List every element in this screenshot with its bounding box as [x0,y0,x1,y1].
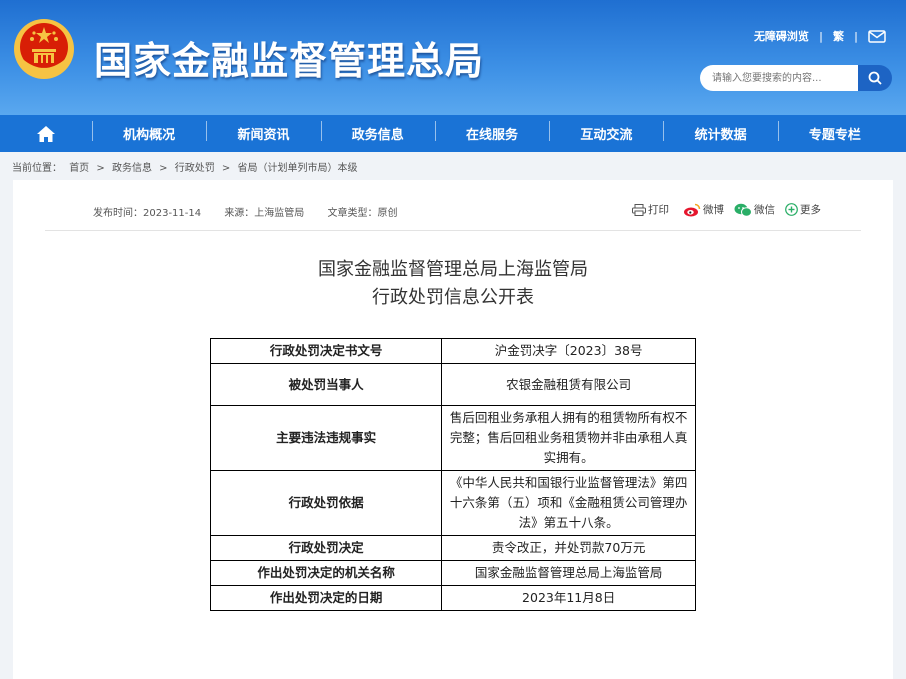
site-header: 国家金融监督管理总局 无障碍浏览 | 繁 | [0,0,906,115]
more-share-button[interactable]: 更多 [785,202,821,217]
table-value-cell: 国家金融监督管理总局上海监管局 [441,560,696,586]
nav-item-interaction[interactable]: 互动交流 [549,121,663,143]
weibo-share-button[interactable]: 微博 [683,202,724,217]
nav-item-online-service[interactable]: 在线服务 [434,121,549,143]
wechat-icon [734,203,752,217]
table-row: 被处罚当事人 农银金融租赁有限公司 [209,363,696,406]
wechat-label: 微信 [754,204,775,216]
national-emblem-icon [14,19,74,79]
document-title-line2: 行政处罚信息公开表 [372,287,534,308]
table-value-cell: 《中华人民共和国银行业监督管理法》第四十六条第（五）项和《金融租赁公司管理办法》… [441,470,696,536]
article-content: 发布时间：2023-11-14 来源：上海监管局 文章类型：原创 打印 微博 微… [13,180,893,679]
breadcrumb-separator: > [159,163,168,174]
article-source: 来源：上海监管局 [224,208,305,219]
plus-circle-icon [785,203,798,216]
weibo-icon [684,203,701,216]
table-value-cell: 农银金融租赁有限公司 [441,363,696,406]
accessibility-link[interactable]: 无障碍浏览 [754,28,809,44]
table-value-cell: 责令改正，并处罚款70万元 [441,535,696,561]
table-row: 作出处罚决定的日期 2023年11月8日 [209,585,696,611]
table-key-cell: 行政处罚决定书文号 [209,338,443,364]
search-button[interactable] [858,65,892,91]
printer-icon [632,203,646,216]
table-value-cell: 售后回租业务承租人拥有的租赁物所有权不完整；售后回租业务租赁物并非由承租人真实拥… [441,405,696,471]
table-key-cell: 被处罚当事人 [209,363,443,406]
table-key-cell: 行政处罚决定 [209,535,443,561]
table-key-cell: 作出处罚决定的日期 [209,585,443,611]
wechat-share-button[interactable]: 微信 [734,202,775,217]
table-row: 行政处罚决定 责令改正，并处罚款70万元 [209,535,696,561]
weibo-label: 微博 [703,204,724,216]
search-input[interactable] [700,65,858,91]
table-value-cell: 沪金罚决字〔2023〕38号 [441,338,696,364]
table-key-cell: 行政处罚依据 [209,470,443,536]
table-value-cell: 2023年11月8日 [441,585,696,611]
table-row: 行政处罚决定书文号 沪金罚决字〔2023〕38号 [209,338,696,364]
breadcrumb-separator: > [221,163,231,174]
more-label: 更多 [800,204,821,216]
document-title: 国家金融监督管理总局上海监管局 行政处罚信息公开表 [13,256,893,312]
breadcrumb-provincial[interactable]: 省局（计划单列市局）本级 [237,163,357,174]
nav-item-statistics[interactable]: 统计数据 [663,121,777,143]
main-nav: 机构概况 新闻资讯 政务信息 在线服务 互动交流 统计数据 专题专栏 [0,115,906,152]
breadcrumb-penalty[interactable]: 行政处罚 [175,163,215,174]
search-icon [868,71,882,85]
meta-divider [45,230,861,231]
breadcrumb-separator: > [96,163,105,174]
nav-item-news[interactable]: 新闻资讯 [206,121,320,143]
table-row: 行政处罚依据 《中华人民共和国银行业监督管理法》第四十六条第（五）项和《金融租赁… [209,470,696,536]
print-button[interactable]: 打印 [632,202,669,217]
nav-item-special-topics[interactable]: 专题专栏 [777,121,892,143]
site-title: 国家金融监督管理总局 [94,39,485,83]
article-meta: 发布时间：2023-11-14 来源：上海监管局 文章类型：原创 [93,204,418,219]
top-link-divider: | [853,29,858,43]
print-label: 打印 [648,204,669,216]
share-bar: 打印 微博 微信 更多 [624,202,821,217]
top-link-divider: | [818,29,823,43]
search-box [700,65,892,91]
table-row: 作出处罚决定的机关名称 国家金融监督管理总局上海监管局 [209,560,696,586]
breadcrumb-gov-info[interactable]: 政务信息 [112,163,152,174]
traditional-chinese-link[interactable]: 繁 [833,28,844,44]
publish-time: 发布时间：2023-11-14 [93,208,202,219]
breadcrumb-prefix: 当前位置： [12,163,62,174]
nav-home[interactable] [0,115,92,152]
home-icon [37,125,55,142]
penalty-info-table: 行政处罚决定书文号 沪金罚决字〔2023〕38号 被处罚当事人 农银金融租赁有限… [209,338,696,611]
nav-item-gov-info[interactable]: 政务信息 [320,121,435,143]
table-row: 主要违法违规事实 售后回租业务承租人拥有的租赁物所有权不完整；售后回租业务租赁物… [209,405,696,471]
table-key-cell: 主要违法违规事实 [209,405,443,471]
top-links: 无障碍浏览 | 繁 | [754,28,886,44]
breadcrumb-home[interactable]: 首页 [69,163,89,174]
document-title-line1: 国家金融监督管理总局上海监管局 [318,259,588,280]
mail-icon[interactable] [868,29,886,43]
nav-item-org-overview[interactable]: 机构概况 [92,121,206,143]
breadcrumb: 当前位置： 首页 > 政务信息 > 行政处罚 > 省局（计划单列市局）本级 [12,159,361,174]
table-key-cell: 作出处罚决定的机关名称 [209,560,443,586]
article-type: 文章类型：原创 [327,208,398,219]
